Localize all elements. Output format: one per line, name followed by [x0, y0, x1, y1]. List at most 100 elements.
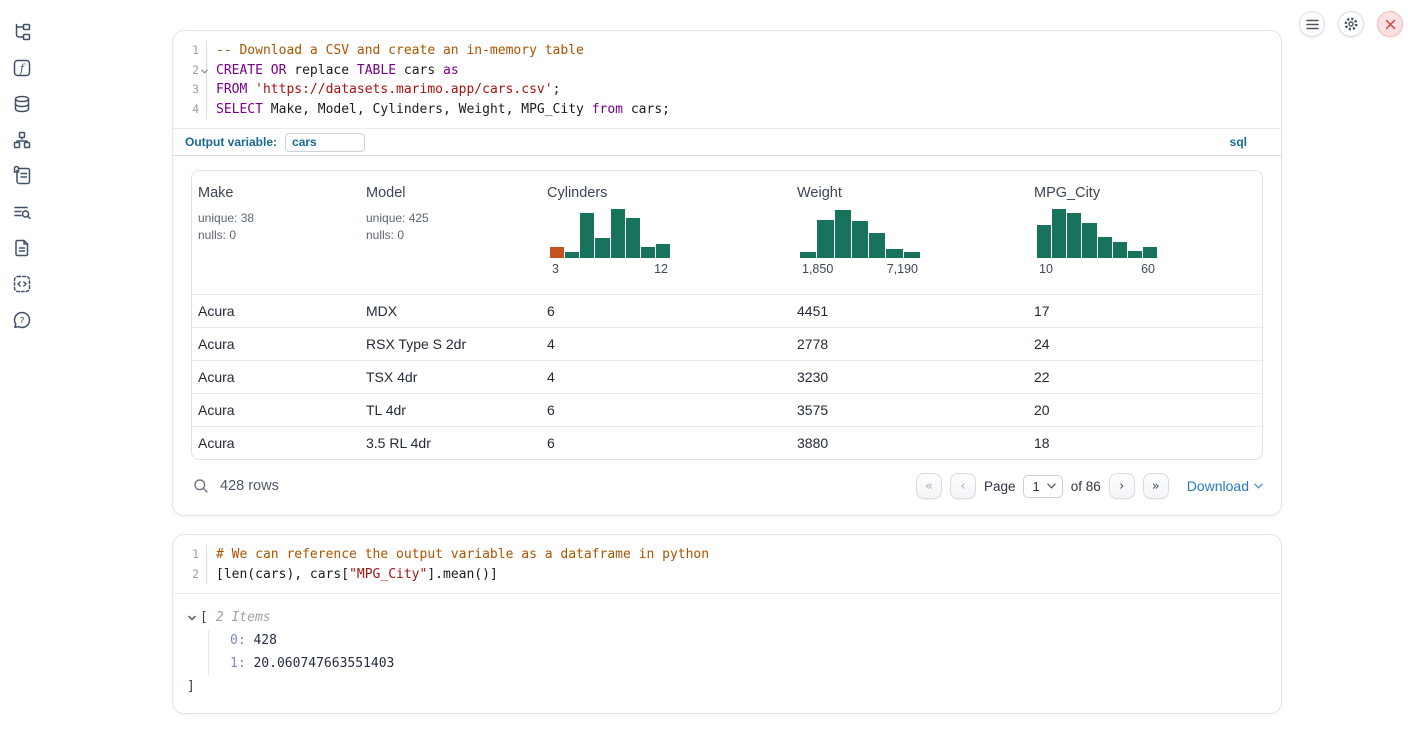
table-row[interactable]: AcuraTSX 4dr4323022: [192, 360, 1262, 393]
code-text: CREATE OR replace TABLE cars as: [207, 61, 459, 81]
output-variable-bar: Output variable: sql: [173, 128, 1281, 156]
histogram-bars: [1037, 205, 1157, 258]
page-select[interactable]: 1: [1023, 475, 1062, 498]
collapse-icon[interactable]: [187, 613, 197, 623]
histogram-bar: [817, 220, 833, 258]
page-select-value: 1: [1032, 479, 1039, 494]
snippets-icon[interactable]: [12, 274, 32, 294]
table-footer: 428 rows « ‹ Page 1 of 86 › » Download: [173, 460, 1281, 515]
hamburger-icon: [1306, 19, 1319, 30]
line-number: 4: [173, 100, 207, 120]
gear-icon: [1343, 16, 1359, 32]
histogram-bar: [580, 213, 594, 258]
python-cell: 1# We can reference the output variable …: [172, 534, 1282, 714]
column-header[interactable]: MPG_City1060: [1028, 185, 1262, 294]
table-cell: 24: [1028, 336, 1262, 352]
code-text: [len(cars), cars["MPG_City"].mean()]: [207, 565, 498, 585]
code-text: # We can reference the output variable a…: [207, 545, 709, 565]
column-histogram[interactable]: 1,8507,190: [800, 205, 920, 276]
page-label: Page: [984, 479, 1016, 494]
table-cell: TSX 4dr: [360, 369, 541, 385]
file-tree-icon[interactable]: [12, 22, 32, 42]
column-label: Weight: [797, 185, 1028, 201]
column-header[interactable]: Modelunique: 425nulls: 0: [360, 185, 541, 294]
help-icon[interactable]: ?: [12, 310, 32, 330]
histogram-bar: [1052, 209, 1066, 258]
table-row[interactable]: AcuraRSX Type S 2dr4277824: [192, 327, 1262, 360]
table-cell: 3.5 RL 4dr: [360, 435, 541, 451]
close-icon: [1385, 19, 1396, 30]
settings-button[interactable]: [1338, 11, 1364, 37]
table-row[interactable]: AcuraMDX6445117: [192, 294, 1262, 327]
tree-entry-index: 0:: [230, 633, 246, 648]
language-badge: sql: [1230, 135, 1247, 149]
table-body: AcuraMDX6445117AcuraRSX Type S 2dr427782…: [192, 294, 1262, 459]
table-cell: RSX Type S 2dr: [360, 336, 541, 352]
chevron-down-icon: [1254, 483, 1263, 489]
histogram-bar: [1098, 237, 1112, 258]
topbar: [1299, 11, 1403, 37]
sql-code-editor[interactable]: 1-- Download a CSV and create an in-memo…: [173, 31, 1281, 128]
histogram-bar: [1113, 242, 1127, 258]
column-stats: unique: 38nulls: 0: [198, 210, 360, 244]
first-page-button[interactable]: «: [916, 473, 942, 499]
tree-entry-value: 428: [246, 633, 277, 648]
table-row[interactable]: Acura3.5 RL 4dr6388018: [192, 426, 1262, 459]
table-cell: 4: [541, 369, 791, 385]
column-header[interactable]: Weight 1,8507,190: [791, 185, 1028, 294]
table-cell: 18: [1028, 435, 1262, 451]
histogram-bar: [886, 249, 902, 258]
sidebar: f: [0, 0, 44, 330]
table-cell: Acura: [192, 336, 360, 352]
table-cell: 6: [541, 303, 791, 319]
table-row[interactable]: AcuraTL 4dr6357520: [192, 393, 1262, 426]
histogram-bar: [800, 252, 816, 258]
code-line: 2CREATE OR replace TABLE cars as: [173, 61, 1281, 81]
prev-page-button[interactable]: ‹: [950, 473, 976, 499]
column-label: Make: [198, 185, 360, 201]
table-cell: 3230: [791, 369, 1028, 385]
fold-chevron-icon[interactable]: [200, 67, 209, 76]
shutdown-button[interactable]: [1377, 11, 1403, 37]
menu-button[interactable]: [1299, 11, 1325, 37]
table-cell: 6: [541, 402, 791, 418]
table-cell: 2778: [791, 336, 1028, 352]
tree-entry: 1: 20.060747663551403: [230, 653, 1281, 676]
data-table: Make unique: 38nulls: 0Modelunique: 425nu…: [191, 170, 1263, 460]
variables-icon[interactable]: f: [12, 58, 32, 78]
histogram-bar: [565, 252, 579, 258]
next-page-button[interactable]: ›: [1109, 473, 1135, 499]
column-histogram[interactable]: 1060: [1037, 205, 1157, 276]
search-icon[interactable]: [193, 478, 209, 494]
histogram-axis-labels: 1060: [1037, 262, 1157, 276]
column-header[interactable]: Cylinders312: [541, 185, 791, 294]
output-variable-input[interactable]: [285, 133, 365, 152]
histogram-bar: [1143, 247, 1157, 258]
tree-entry-value: 20.060747663551403: [246, 656, 395, 671]
logs-icon[interactable]: [12, 202, 32, 222]
dependency-graph-icon[interactable]: [12, 130, 32, 150]
code-text: SELECT Make, Model, Cylinders, Weight, M…: [207, 100, 670, 120]
output-variable-label: Output variable:: [185, 135, 277, 149]
histogram-bar: [641, 247, 655, 258]
documentation-icon[interactable]: [12, 238, 32, 258]
table-cell: Acura: [192, 303, 360, 319]
column-histogram[interactable]: 312: [550, 205, 670, 276]
last-page-button[interactable]: »: [1143, 473, 1169, 499]
notebook: 1-- Download a CSV and create an in-memo…: [172, 30, 1282, 714]
open-bracket: [: [200, 607, 208, 628]
python-code-editor[interactable]: 1# We can reference the output variable …: [173, 535, 1281, 594]
download-button[interactable]: Download: [1187, 478, 1263, 494]
svg-text:f: f: [19, 62, 26, 75]
line-number: 2: [173, 565, 207, 585]
datasources-icon[interactable]: [12, 94, 32, 114]
column-header[interactable]: Make unique: 38nulls: 0: [192, 185, 360, 294]
scratchpad-icon[interactable]: [12, 166, 32, 186]
tree-entries: 0: 428 1: 20.060747663551403: [208, 630, 1281, 675]
line-number: 1: [173, 545, 207, 565]
table-cell: 3880: [791, 435, 1028, 451]
code-line: 1-- Download a CSV and create an in-memo…: [173, 41, 1281, 61]
histogram-bar: [1037, 225, 1051, 258]
table-cell: 4: [541, 336, 791, 352]
histogram-bar: [656, 244, 670, 258]
